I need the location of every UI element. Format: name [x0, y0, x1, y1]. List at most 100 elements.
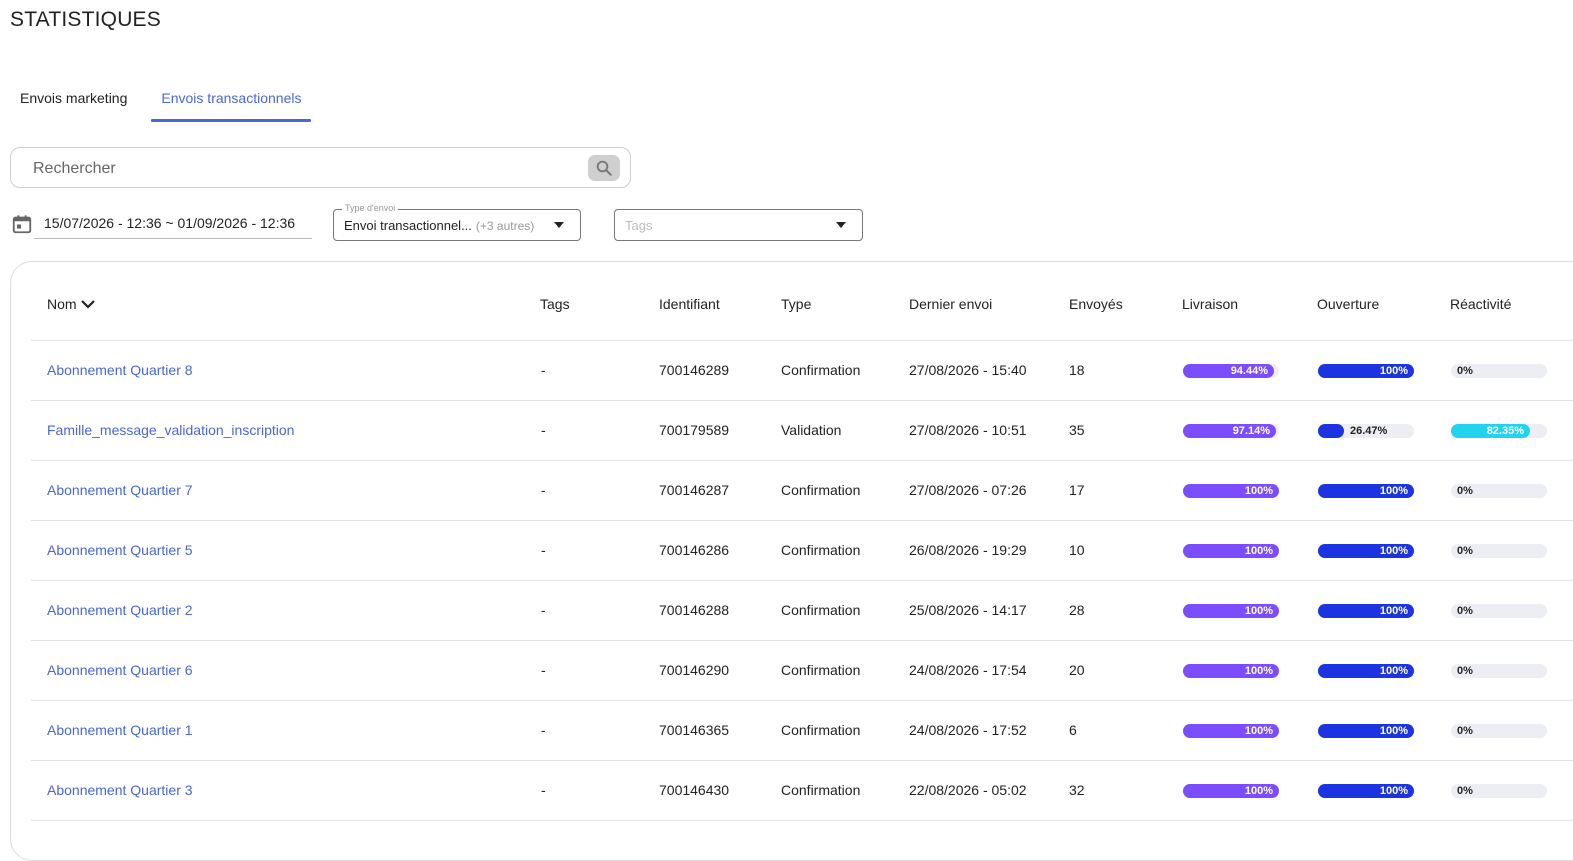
row-name-link[interactable]: Abonnement Quartier 1: [47, 701, 193, 760]
row-identifiant: 700179589: [659, 422, 730, 438]
type-envoi-value: Envoi transactionnel... (+3 autres): [344, 218, 534, 233]
table-row[interactable]: Abonnement Quartier 3 - 700146430 Confirmat…: [31, 761, 1573, 821]
row-tags: -: [541, 782, 546, 798]
type-envoi-selected: Envoi transactionnel...: [344, 218, 472, 233]
progress-bar-reactivite: 0%: [1451, 664, 1547, 678]
progress-label-livraison: 100%: [1244, 545, 1273, 557]
progress-label-ouverture: 100%: [1379, 725, 1408, 737]
progress-label-livraison: 100%: [1244, 785, 1273, 797]
tab-bar: Envois marketing Envois transactionnels: [10, 84, 325, 124]
search-input[interactable]: [31, 148, 575, 189]
row-dernier-envoi: 27/08/2026 - 10:51: [909, 422, 1027, 438]
table-row[interactable]: Famille_message_validation_inscription - 7…: [31, 401, 1573, 461]
row-type: Confirmation: [781, 782, 861, 798]
row-envoyes: 32: [1069, 782, 1085, 798]
row-envoyes: 35: [1069, 422, 1085, 438]
progress-label-livraison: 100%: [1244, 605, 1273, 617]
progress-label-reactivite: 0%: [1457, 725, 1473, 737]
row-identifiant: 700146287: [659, 482, 730, 498]
progress-bar-reactivite: 0%: [1451, 784, 1547, 798]
table-row[interactable]: Abonnement Quartier 2 - 700146288 Confirmat…: [31, 581, 1573, 641]
row-type: Confirmation: [781, 662, 861, 678]
row-dernier-envoi: 27/08/2026 - 07:26: [909, 482, 1027, 498]
row-identifiant: 700146289: [659, 362, 730, 378]
progress-label-reactivite: 0%: [1457, 605, 1473, 617]
row-name-link[interactable]: Abonnement Quartier 5: [47, 521, 193, 580]
progress-label-ouverture: 100%: [1379, 665, 1408, 677]
column-header-identifiant[interactable]: Identifiant: [659, 296, 720, 312]
column-header-ouverture[interactable]: Ouverture: [1317, 296, 1379, 312]
column-header-nom-label: Nom: [47, 296, 77, 312]
row-type: Confirmation: [781, 722, 861, 738]
row-tags: -: [541, 422, 546, 438]
progress-bar-ouverture: 100%: [1318, 364, 1414, 378]
row-name-link[interactable]: Famille_message_validation_inscription: [47, 401, 294, 460]
row-name-link[interactable]: Abonnement Quartier 2: [47, 581, 193, 640]
calendar-icon[interactable]: [11, 213, 33, 235]
progress-label-reactivite: 0%: [1457, 365, 1473, 377]
tab-envois-transactionnels[interactable]: Envois transactionnels: [151, 84, 312, 122]
row-tags: -: [541, 662, 546, 678]
chevron-down-icon: [836, 222, 846, 228]
column-header-type[interactable]: Type: [781, 296, 811, 312]
row-type: Confirmation: [781, 602, 861, 618]
progress-label-livraison: 100%: [1244, 725, 1273, 737]
progress-bar-livraison: 100%: [1183, 484, 1279, 498]
progress-bar-ouverture: 100%: [1318, 784, 1414, 798]
row-envoyes: 17: [1069, 482, 1085, 498]
progress-bar-livraison: 100%: [1183, 604, 1279, 618]
column-header-tags[interactable]: Tags: [540, 296, 570, 312]
row-name-link[interactable]: Abonnement Quartier 6: [47, 641, 193, 700]
row-tags: -: [541, 722, 546, 738]
row-type: Confirmation: [781, 542, 861, 558]
column-header-dernier-envoi[interactable]: Dernier envoi: [909, 296, 992, 312]
search-box: [10, 147, 631, 189]
chevron-down-icon: [81, 300, 96, 309]
row-envoyes: 6: [1069, 722, 1077, 738]
progress-label-ouverture: 100%: [1379, 785, 1408, 797]
progress-label-livraison: 100%: [1244, 665, 1273, 677]
progress-bar-ouverture: 26.47%: [1318, 424, 1414, 438]
progress-bar-livraison: 100%: [1183, 544, 1279, 558]
row-dernier-envoi: 22/08/2026 - 05:02: [909, 782, 1027, 798]
search-button[interactable]: [588, 155, 620, 181]
column-header-reactivite[interactable]: Réactivité: [1450, 296, 1511, 312]
row-dernier-envoi: 25/08/2026 - 14:17: [909, 602, 1027, 618]
table-row[interactable]: Abonnement Quartier 1 - 700146365 Confirmat…: [31, 701, 1573, 761]
progress-bar-reactivite: 0%: [1451, 544, 1547, 558]
table-row[interactable]: Abonnement Quartier 5 - 700146286 Confirmat…: [31, 521, 1573, 581]
row-name-link[interactable]: Abonnement Quartier 3: [47, 761, 193, 820]
type-envoi-select[interactable]: Type d'envoi Envoi transactionnel... (+3 …: [333, 203, 581, 241]
progress-bar-ouverture: 100%: [1318, 484, 1414, 498]
row-identifiant: 700146288: [659, 602, 730, 618]
row-envoyes: 20: [1069, 662, 1085, 678]
row-name-link[interactable]: Abonnement Quartier 7: [47, 461, 193, 520]
tab-envois-marketing[interactable]: Envois marketing: [10, 84, 137, 118]
progress-bar-ouverture: 100%: [1318, 724, 1414, 738]
tags-select[interactable]: Tags: [614, 209, 863, 241]
progress-bar-reactivite: 0%: [1451, 604, 1547, 618]
progress-bar-reactivite: 82.35%: [1451, 424, 1547, 438]
row-envoyes: 28: [1069, 602, 1085, 618]
row-dernier-envoi: 27/08/2026 - 15:40: [909, 362, 1027, 378]
date-range-input[interactable]: 15/07/2026 - 12:36 ~ 01/09/2026 - 12:36: [34, 211, 312, 239]
type-envoi-label: Type d'envoi: [342, 203, 399, 213]
row-envoyes: 18: [1069, 362, 1085, 378]
table-row[interactable]: Abonnement Quartier 6 - 700146290 Confirmat…: [31, 641, 1573, 701]
table-row[interactable]: Abonnement Quartier 7 - 700146287 Confirmat…: [31, 461, 1573, 521]
progress-bar-livraison: 100%: [1183, 664, 1279, 678]
progress-label-ouverture: 26.47%: [1350, 425, 1388, 437]
table-row[interactable]: Abonnement Quartier 8 - 700146289 Confirmat…: [31, 341, 1573, 401]
column-header-envoyes[interactable]: Envoyés: [1069, 296, 1123, 312]
row-dernier-envoi: 24/08/2026 - 17:52: [909, 722, 1027, 738]
column-header-nom[interactable]: Nom: [47, 296, 96, 312]
row-name-link[interactable]: Abonnement Quartier 8: [47, 341, 193, 400]
progress-fill-ouverture: [1318, 424, 1344, 438]
progress-bar-ouverture: 100%: [1318, 604, 1414, 618]
row-identifiant: 700146365: [659, 722, 730, 738]
progress-label-reactivite: 82.35%: [1486, 425, 1524, 437]
search-icon: [596, 160, 612, 176]
row-dernier-envoi: 26/08/2026 - 19:29: [909, 542, 1027, 558]
column-header-livraison[interactable]: Livraison: [1182, 296, 1238, 312]
tags-placeholder: Tags: [625, 218, 653, 233]
